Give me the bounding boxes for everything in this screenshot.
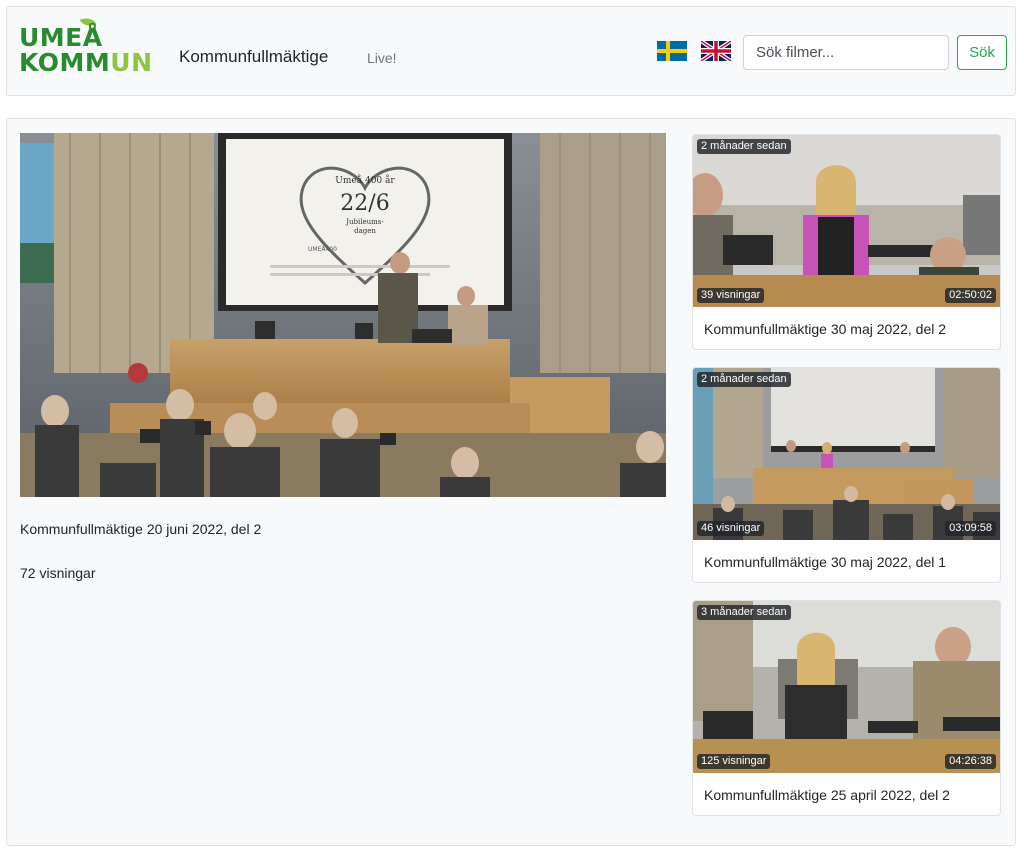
video-age-badge: 3 månader sedan (697, 605, 791, 620)
video-age-badge: 2 månader sedan (697, 372, 791, 387)
main-video-thumbnail[interactable]: Umeå 400 år 22/6 Jubileums- dagen UMEÅ40… (20, 133, 666, 497)
brand-title-link[interactable]: Kommunfullmäktige (179, 47, 328, 67)
screen-brand: UMEÅ400 (308, 246, 337, 253)
search-button[interactable]: Sök (957, 35, 1007, 70)
video-views-badge: 46 visningar (697, 521, 765, 536)
screen-text-2: 22/6 (340, 191, 389, 216)
main-content: Umeå 400 år 22/6 Jubileums- dagen UMEÅ40… (6, 118, 1016, 846)
screen-text-1: Umeå 400 år (335, 174, 395, 186)
umea-kommun-logo[interactable]: UMEÅ KOMMUN (19, 14, 159, 83)
video-thumbnail[interactable]: 2 månader sedan 39 visningar 02:50:02 (693, 135, 1000, 307)
video-card-title[interactable]: Kommunfullmäktige 30 maj 2022, del 1 (693, 540, 1000, 582)
video-thumbnail[interactable]: 2 månader sedan 46 visningar 03:09:58 (693, 368, 1000, 540)
video-views-badge: 39 visningar (697, 288, 765, 303)
video-duration-badge: 03:09:58 (945, 521, 996, 536)
video-duration-badge: 02:50:02 (945, 288, 996, 303)
video-card[interactable]: 2 månader sedan 46 visningar 03:09:58 Ko… (692, 367, 1001, 583)
main-video-views: 72 visningar (20, 565, 96, 581)
search-input[interactable] (743, 35, 949, 70)
logo-line-1: UMEÅ (19, 23, 103, 52)
screen-text-3: Jubileums- (345, 218, 384, 226)
video-card-title[interactable]: Kommunfullmäktige 30 maj 2022, del 2 (693, 307, 1000, 349)
main-video-title[interactable]: Kommunfullmäktige 20 juni 2022, del 2 (20, 521, 261, 537)
video-card[interactable]: 3 månader sedan 125 visningar 04:26:38 K… (692, 600, 1001, 816)
screen-text-4: dagen (354, 227, 376, 235)
live-link[interactable]: Live! (367, 50, 397, 66)
logo-line-2: KOMMUN (19, 48, 153, 77)
swedish-flag-icon[interactable] (657, 41, 687, 61)
british-flag-icon[interactable] (699, 39, 733, 63)
video-card-title[interactable]: Kommunfullmäktige 25 april 2022, del 2 (693, 773, 1000, 815)
video-card[interactable]: 2 månader sedan 39 visningar 02:50:02 Ko… (692, 134, 1001, 350)
video-views-badge: 125 visningar (697, 754, 771, 769)
video-age-badge: 2 månader sedan (697, 139, 791, 154)
video-duration-badge: 04:26:38 (945, 754, 996, 769)
video-thumbnail[interactable]: 3 månader sedan 125 visningar 04:26:38 (693, 601, 1000, 773)
top-navbar: UMEÅ KOMMUN Kommunfullmäktige Live! Sök (6, 6, 1016, 96)
